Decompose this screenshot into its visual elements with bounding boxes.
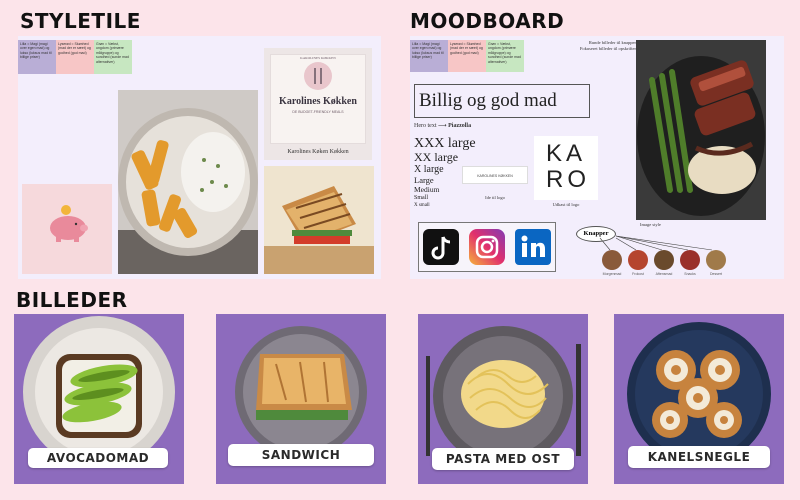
styletile-heading: STYLETILE [20,9,141,33]
swatch-lilla: Lilla = Magi (magi over egen mad) og luk… [18,40,56,74]
moodboard-panel: Lilla = Magi (magi over egen mad) og luk… [410,36,784,279]
swatch-lyserod: Lyserød = Skønhed (mad der er sæet) og g… [56,40,94,74]
logo-idea: KAROLINES KØKKEN [462,166,528,184]
big-logo: KA RO [534,136,598,200]
styletile-panel: Lilla = Magi (magi over egen mad) og luk… [18,36,381,279]
type-medium: Medium [414,185,440,194]
moodboard-notes: Runde billeder til knapper Fokuseret bil… [560,40,636,53]
hero-row: Hero text ⟶ Piazzolla [414,122,471,129]
button-aftensmad-label: Aftensmad [655,272,673,276]
logo-card: KAROLINES KØKKEN Karolines Køkken DE BUD… [264,48,372,160]
swatch-gron: Grøn = Vækst, ungdom (primære målgruppe)… [94,40,132,74]
mood-swatch-gron: Grøn = Vækst, ungdom (primære målgruppe)… [486,40,524,72]
sandwich-label: SANDWICH [228,444,374,466]
logo-caption: Karolines Køken Køkken [287,149,349,155]
hero-font: Piazzolla [448,123,472,129]
kanelsnegle-card[interactable]: KANELSNEGLE [614,314,784,484]
logo-idea-caption: Ide til logo [485,195,505,200]
billeder-heading: BILLEDER [16,288,128,312]
avocadomad-label: AVOCADOMAD [28,448,168,468]
piggy-bank-icon [46,204,90,249]
type-x-small: X small [414,203,430,208]
fries-photo [118,90,258,274]
mood-swatch-lyserod: Lyserød = Skønhed (mad der er sæet) og g… [448,40,486,72]
hero-label: Hero text [414,123,437,129]
sandwich-card[interactable]: SANDWICH [216,314,386,484]
button-morgenmad-label: Morgenmad [602,272,622,276]
avocadomad-card[interactable]: AVOCADOMAD [14,314,184,484]
fork-knife-icon [304,62,332,90]
big-logo-bottom: RO [546,166,590,193]
social-box [418,222,556,272]
piggy-card [22,184,112,274]
big-logo-top: KA [546,140,587,167]
logo-top-text: KAROLINES KØKKEN [300,56,336,60]
image-style-caption: Image style [640,222,661,227]
steak-photo [636,40,766,220]
arrow-right-icon: ⟶ [438,123,447,129]
title-box: Billig og god mad [414,84,590,118]
logo-subtitle: DE BUDGET-FRIENDLY MEALS [292,110,344,114]
big-logo-caption: Udkast til logo [552,202,580,207]
pasta-med-ost-card[interactable]: PASTA MED OST [418,314,588,484]
button-dessert-label: Dessert [709,272,723,276]
linkedin-icon[interactable] [515,229,551,265]
instagram-icon[interactable] [469,229,505,265]
type-xxx-large: XXX large [414,136,476,151]
panini-photo [264,166,374,274]
pasta-med-ost-label: PASTA MED OST [432,448,574,470]
logo-title: Karolines Køkken [279,96,357,107]
button-frokost[interactable] [628,250,648,270]
moodboard-heading: MOODBOARD [410,9,565,33]
button-aftensmad[interactable] [654,250,674,270]
note-fokuseret: Fokuseret billeder til opskrifter [579,46,636,52]
type-xx-large: XX large [414,150,459,164]
button-snacks[interactable] [680,250,700,270]
button-dessert[interactable] [706,250,726,270]
knapper-arrows [599,235,713,251]
mood-swatch-lilla: Lilla = Magi (magi over egen mad) og luk… [410,40,448,72]
button-morgenmad[interactable] [602,250,622,270]
button-frokost-label: Frokost [632,272,644,276]
tiktok-icon[interactable] [423,229,459,265]
kanelsnegle-label: KANELSNEGLE [628,446,770,468]
button-snacks-label: Snacks [684,272,696,276]
